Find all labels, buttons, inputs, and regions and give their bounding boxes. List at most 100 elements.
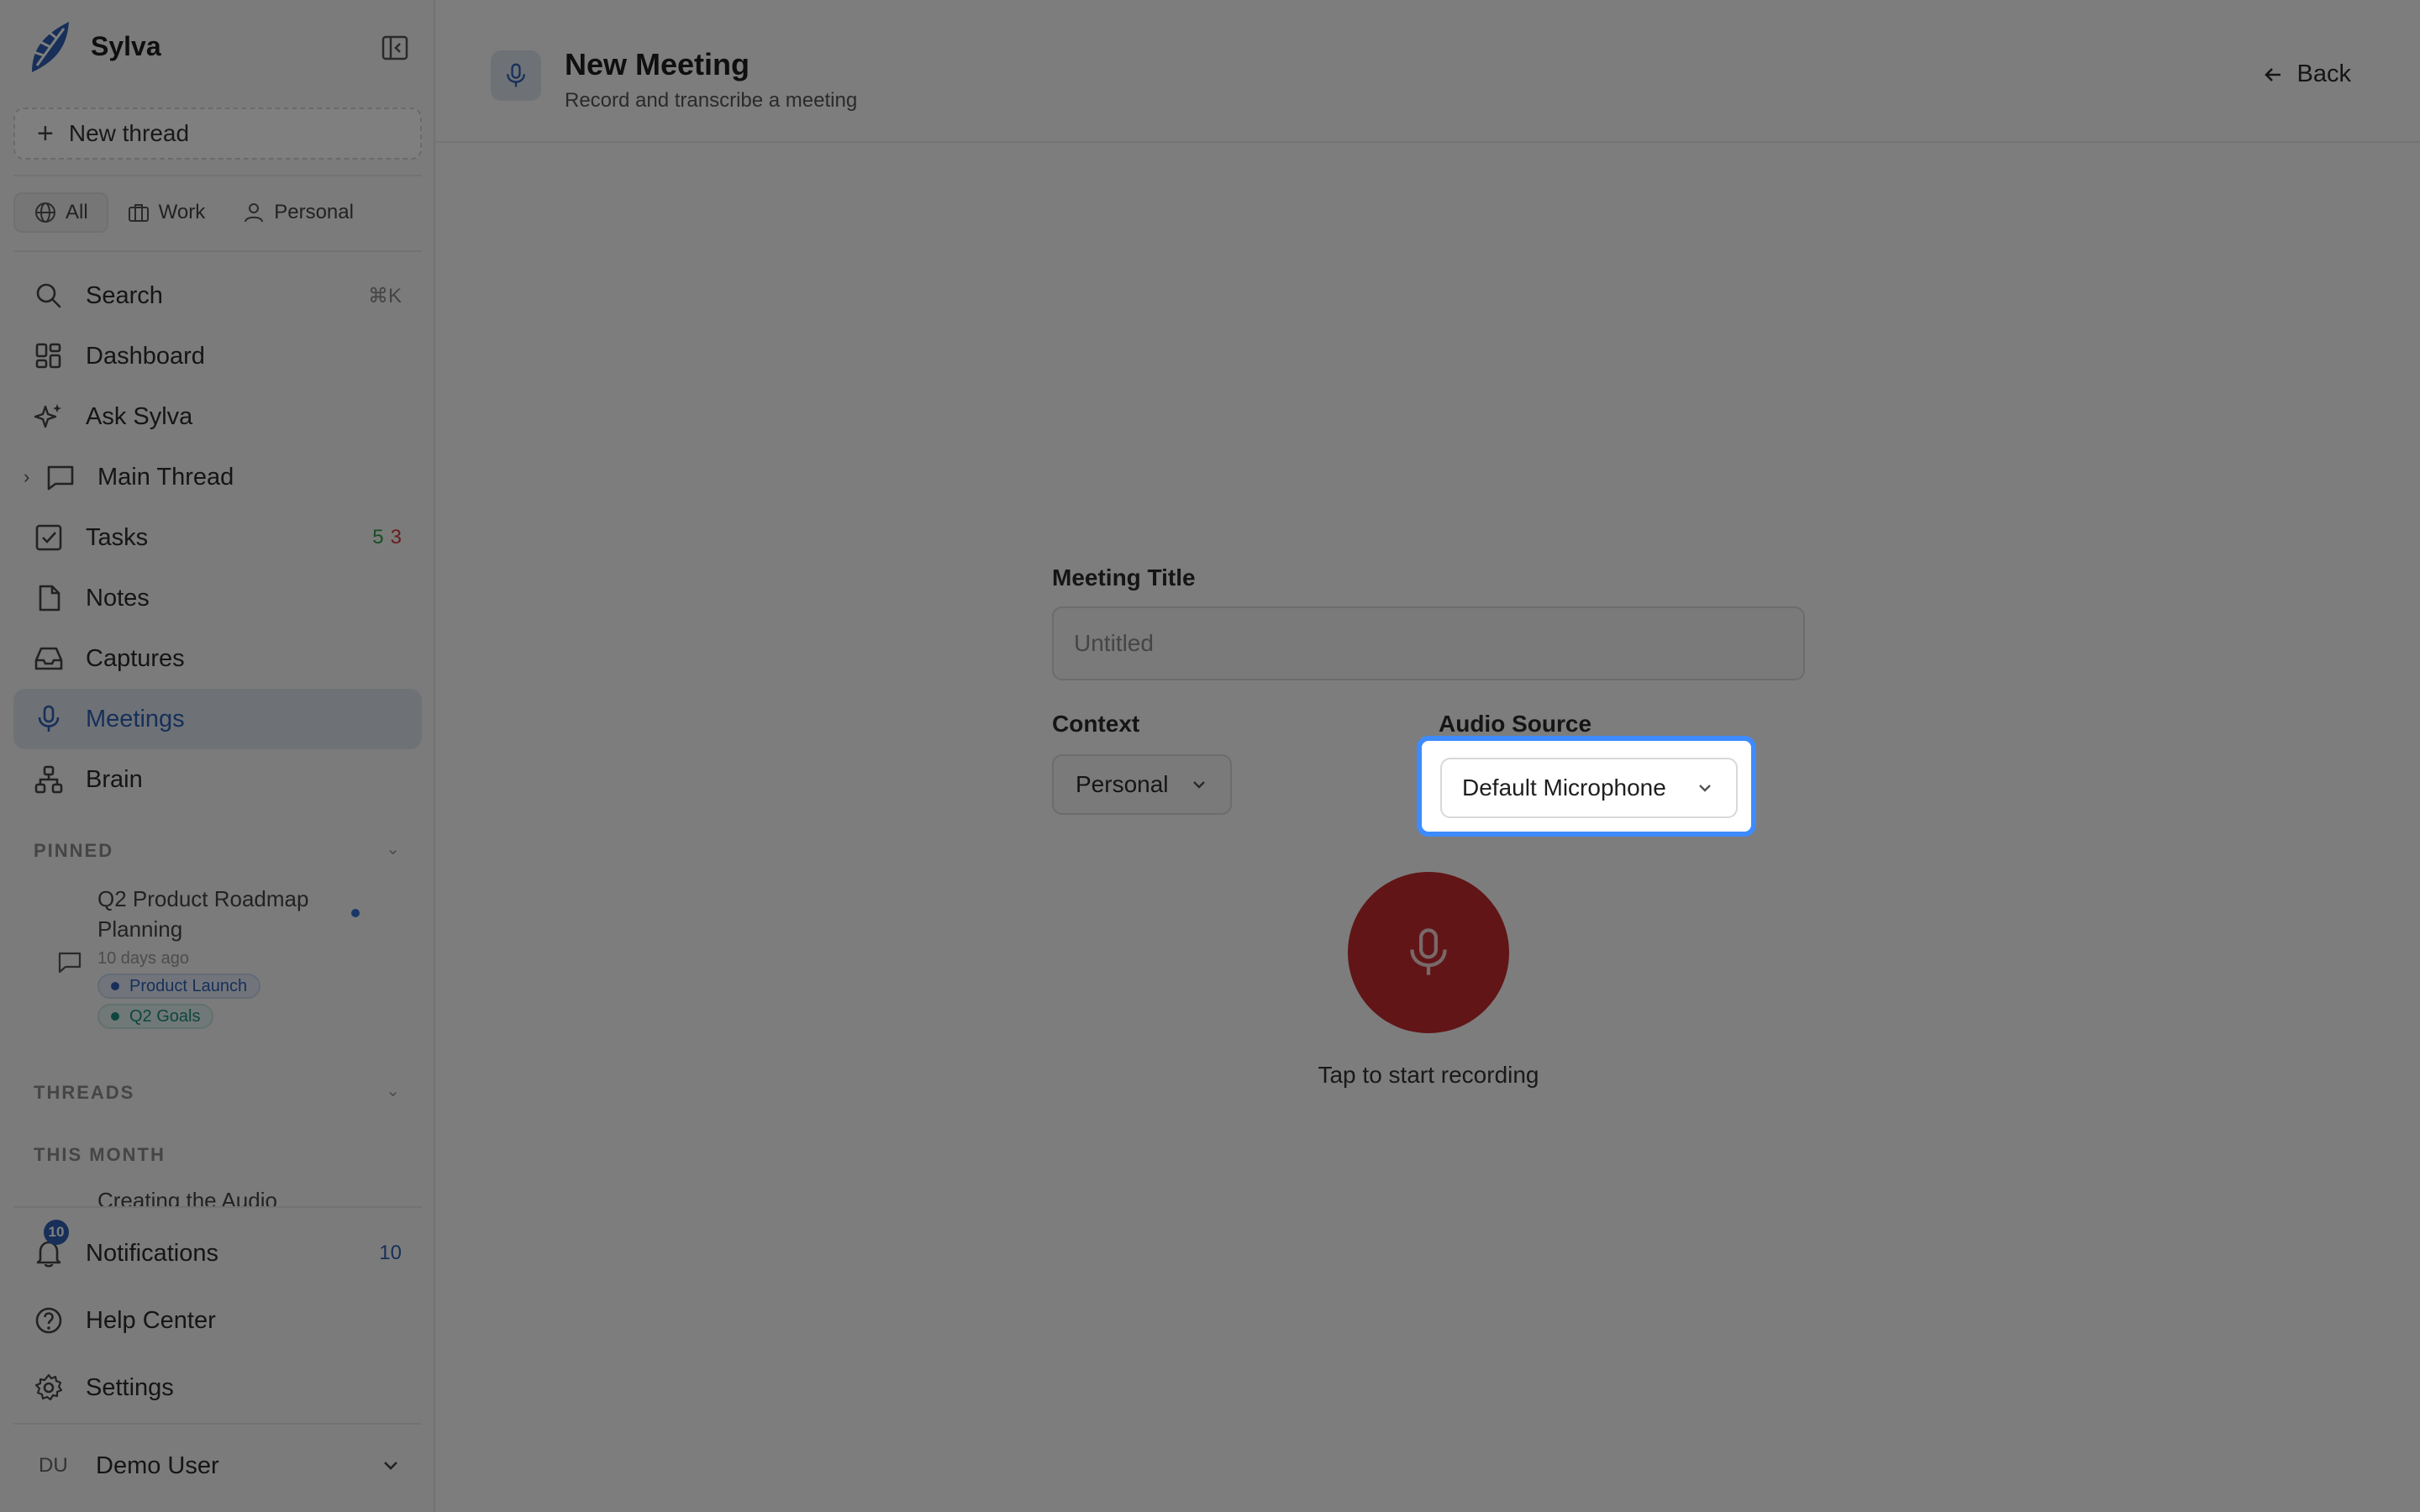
sidebar-item-label: Captures — [86, 644, 185, 672]
context-label: Context — [1052, 711, 1140, 737]
audio-source-value: Default Microphone — [1462, 774, 1666, 801]
new-thread-button[interactable]: + New thread — [13, 108, 422, 160]
sidebar-item-notes[interactable]: Notes — [13, 568, 422, 628]
sidebar-item-settings[interactable]: Settings — [13, 1354, 422, 1421]
context-select[interactable]: Personal — [1052, 754, 1232, 815]
sidebar: Sylva + New thread All Work Personal Sea… — [0, 0, 435, 1512]
unread-dot — [351, 909, 360, 917]
sidebar-item-label: Tasks — [86, 523, 149, 551]
inbox-icon — [34, 647, 63, 670]
tab-personal-label: Personal — [274, 201, 354, 223]
sidebar-item-label: Help Center — [86, 1306, 216, 1334]
sidebar-item-search[interactable]: Search ⌘K — [13, 265, 422, 326]
sidebar-item-label: Search — [86, 281, 163, 309]
sidebar-item-label: Main Thread — [97, 463, 234, 491]
this-month-label: THIS MONTH — [34, 1144, 166, 1165]
tag-label: Q2 Goals — [129, 1006, 201, 1026]
back-button[interactable]: Back — [2262, 60, 2351, 88]
chevron-right-icon[interactable]: › — [24, 466, 29, 488]
sidebar-item-ask-sylva[interactable]: Ask Sylva — [13, 386, 422, 447]
sidebar-item-main-thread[interactable]: › Main Thread — [13, 447, 422, 507]
tag-label: Product Launch — [129, 976, 248, 995]
search-icon — [36, 283, 61, 308]
audio-source-label: Audio Source — [1439, 711, 1592, 737]
sidebar-item-notifications[interactable]: 10 Notifications 10 — [13, 1220, 422, 1287]
pinned-thread-item[interactable]: Q2 Product Roadmap Planning 10 days ago … — [57, 884, 410, 1029]
tab-all[interactable]: All — [13, 192, 108, 233]
sidebar-item-label: Ask Sylva — [86, 402, 193, 430]
tab-work[interactable]: Work — [108, 192, 224, 233]
arrow-left-icon — [2264, 67, 2281, 81]
notifications-count: 10 — [379, 1242, 402, 1264]
context-select-value: Personal — [1076, 771, 1169, 797]
divider — [13, 250, 422, 252]
chevron-down-icon[interactable]: ⌄ — [386, 838, 400, 859]
help-circle-icon — [35, 1307, 62, 1334]
check-square-icon — [35, 524, 62, 551]
microphone-icon — [1410, 928, 1447, 975]
network-icon — [34, 765, 63, 794]
app: Sylva + New thread All Work Personal Sea… — [0, 0, 2420, 1512]
user-name: Demo User — [96, 1452, 219, 1479]
sidebar-item-brain[interactable]: Brain — [13, 749, 422, 810]
back-button-label: Back — [2296, 60, 2351, 87]
brand-name: Sylva — [91, 30, 161, 61]
tag-dot — [111, 1012, 119, 1021]
tag-dot — [111, 982, 119, 990]
chevron-down-icon — [1699, 785, 1711, 792]
chevron-down-icon — [384, 1462, 397, 1470]
sidebar-item-label: Dashboard — [86, 342, 205, 370]
gear-icon — [34, 1373, 63, 1401]
meeting-header-icon — [491, 50, 541, 101]
microphone-icon — [507, 63, 525, 87]
audio-source-select[interactable]: Default Microphone — [1440, 758, 1738, 818]
page-title: New Meeting — [565, 47, 750, 81]
sidebar-nav: Search ⌘K Dashboard Ask Sylva › Main Thr… — [13, 265, 422, 810]
tasks-count-green: 5 — [372, 526, 384, 549]
tasks-count-red: 3 — [390, 526, 402, 549]
sidebar-item-meetings[interactable]: Meetings — [13, 689, 422, 749]
tag-q2-goals[interactable]: Q2 Goals — [97, 1004, 214, 1029]
page-subtitle: Record and transcribe a meeting — [565, 89, 858, 112]
tab-all-label: All — [66, 201, 88, 223]
thread-item-title[interactable]: Creating the Audio — [97, 1188, 277, 1206]
record-caption: Tap to start recording — [1318, 1062, 1539, 1088]
page-header: New Meeting Record and transcribe a meet… — [435, 0, 2420, 143]
pinned-thread-time: 10 days ago — [97, 949, 189, 968]
sidebar-item-help-center[interactable]: Help Center — [13, 1287, 422, 1354]
microphone-icon — [38, 705, 60, 732]
message-square-icon — [58, 952, 82, 974]
meeting-title-input[interactable]: Untitled — [1052, 606, 1805, 680]
avatar: DU — [39, 1454, 68, 1477]
user-menu[interactable]: DU Demo User — [13, 1423, 422, 1507]
threads-section-label: THREADS — [34, 1082, 135, 1103]
pinned-thread-title: Q2 Product Roadmap Planning — [97, 886, 309, 942]
audio-source-focus: Default Microphone — [1417, 736, 1756, 837]
sidebar-collapse-icon[interactable] — [378, 30, 412, 64]
sidebar-item-dashboard[interactable]: Dashboard — [13, 326, 422, 386]
tab-work-label: Work — [158, 201, 206, 223]
tag-product-launch[interactable]: Product Launch — [97, 974, 261, 999]
chevron-down-icon[interactable]: ⌄ — [386, 1080, 400, 1101]
audio-source-highlight: Default Microphone — [1417, 736, 1756, 837]
pinned-section-label: PINNED — [34, 840, 114, 861]
record-button[interactable] — [1348, 872, 1509, 1033]
meeting-title-label: Meeting Title — [1052, 564, 1196, 591]
new-thread-label: New thread — [68, 120, 190, 146]
sidebar-item-captures[interactable]: Captures — [13, 628, 422, 689]
brand: Sylva — [25, 17, 412, 76]
tasks-counts: 53 — [372, 526, 402, 549]
tab-personal[interactable]: Personal — [224, 192, 372, 233]
chevron-down-icon — [1193, 781, 1205, 789]
sidebar-item-label: Notes — [86, 584, 150, 612]
search-shortcut: ⌘K — [367, 284, 402, 307]
sidebar-item-label: Brain — [86, 765, 143, 793]
dashboard-icon — [35, 343, 61, 369]
sidebar-item-label: Meetings — [86, 705, 185, 732]
user-icon — [245, 203, 264, 223]
file-icon — [39, 585, 60, 612]
notifications-badge: 10 — [44, 1220, 69, 1245]
sylva-logo-icon — [32, 22, 69, 72]
sidebar-item-tasks[interactable]: Tasks 53 — [13, 507, 422, 568]
sidebar-bottom: 10 Notifications 10 Help Center Settings — [13, 1206, 422, 1421]
